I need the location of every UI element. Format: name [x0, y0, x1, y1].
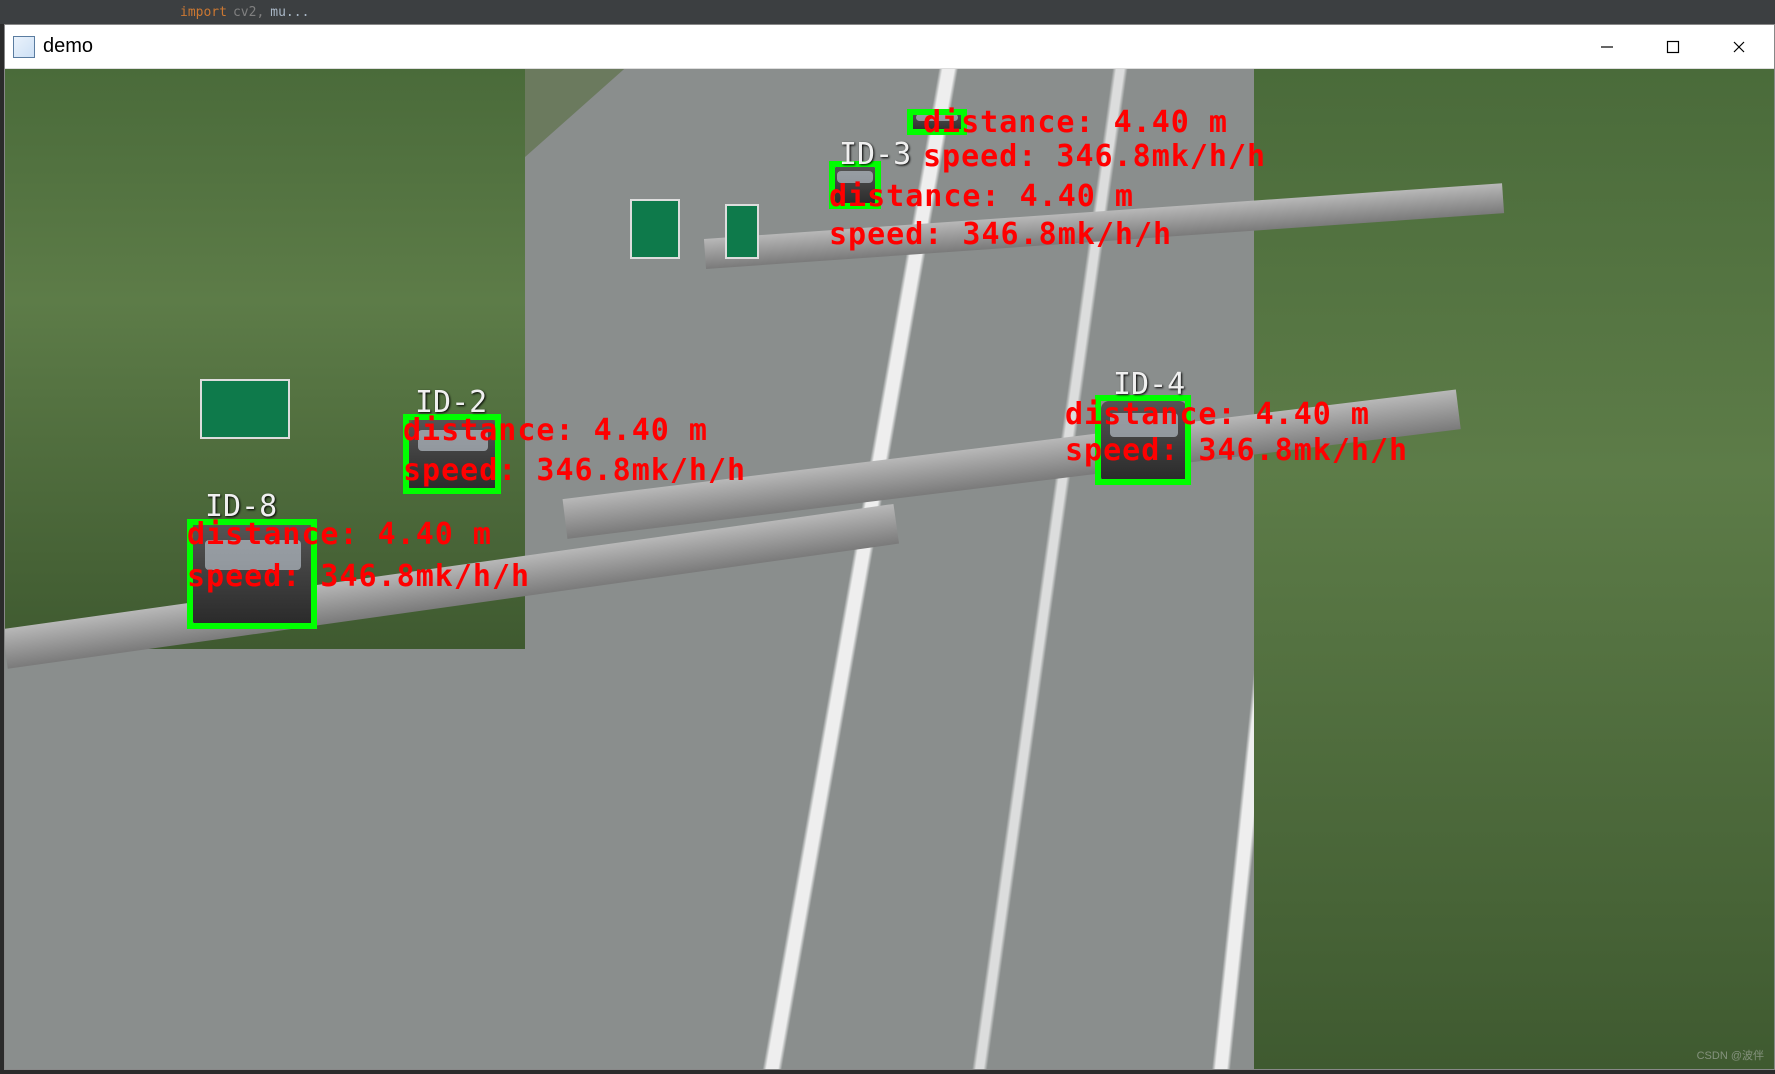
distance-label: distance: 4.40 m	[829, 179, 1134, 214]
ide-top-bar: import cv2, mu...	[0, 0, 1775, 24]
minimize-button[interactable]	[1578, 29, 1636, 65]
road-sign	[630, 199, 680, 259]
close-button[interactable]	[1710, 29, 1768, 65]
road-sign	[725, 204, 759, 259]
maximize-button[interactable]	[1644, 29, 1702, 65]
video-viewport: ID-8distance: 4.40 mspeed: 346.8mk/h/hID…	[5, 69, 1774, 1069]
close-icon	[1732, 40, 1746, 54]
window-controls	[1578, 29, 1768, 65]
watermark: CSDN @波伴	[1697, 1047, 1764, 1063]
speed-label: speed: 346.8mk/h/h	[829, 217, 1172, 252]
window-title: demo	[43, 35, 93, 58]
road-sign	[200, 379, 290, 439]
ide-text-2: mu...	[270, 5, 309, 20]
distance-label: distance: 4.40 m	[923, 105, 1228, 140]
speed-label: speed: 346.8mk/h/h	[1065, 433, 1408, 468]
speed-label: speed: 346.8mk/h/h	[403, 453, 746, 488]
ide-text: cv2,	[233, 5, 264, 20]
distance-label: distance: 4.40 m	[403, 413, 708, 448]
app-icon	[13, 36, 35, 58]
detection-id-label: ID-3	[839, 137, 911, 172]
window-titlebar[interactable]: demo	[5, 25, 1774, 69]
minimize-icon	[1600, 40, 1614, 54]
speed-label: speed: 346.8mk/h/h	[187, 559, 530, 594]
ide-keyword: import	[180, 5, 227, 20]
speed-label: speed: 346.8mk/h/h	[923, 139, 1266, 174]
opencv-window: demo ID-8distance: 4.40 mspeed: 346.8mk/…	[4, 24, 1775, 1070]
distance-label: distance: 4.40 m	[187, 517, 492, 552]
maximize-icon	[1666, 40, 1680, 54]
distance-label: distance: 4.40 m	[1065, 397, 1370, 432]
titlebar-left: demo	[13, 35, 93, 58]
